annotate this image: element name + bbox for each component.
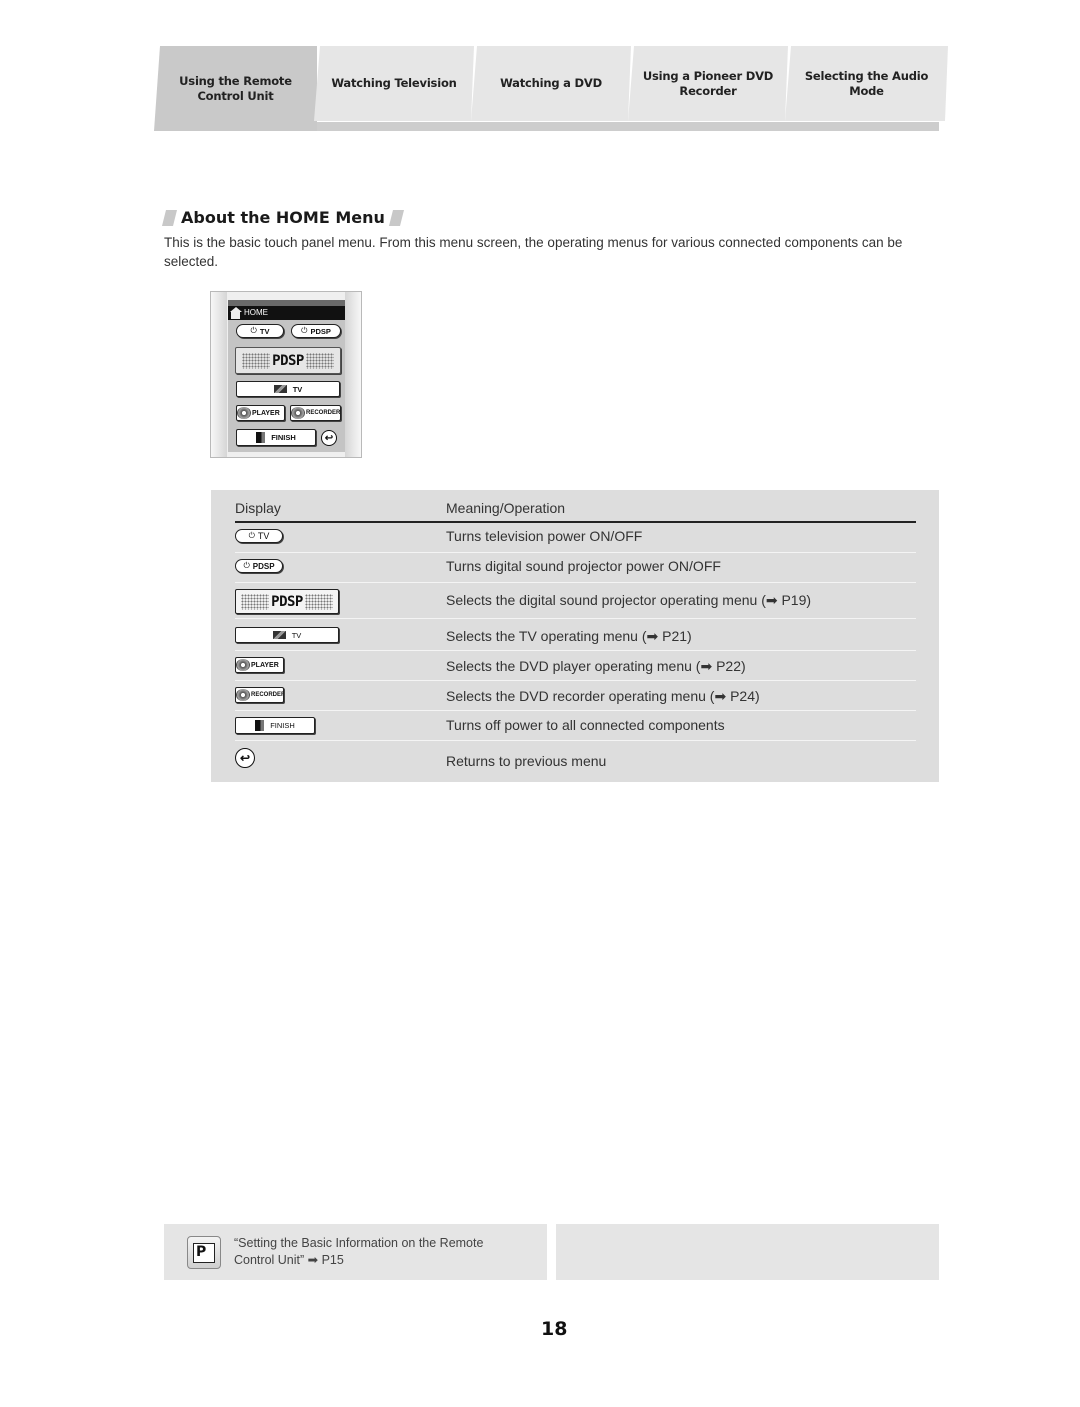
finish-door-icon	[255, 720, 265, 731]
row-meaning: Selects the digital sound projector oper…	[446, 592, 812, 608]
speaker-grille-icon	[304, 593, 333, 610]
display-meaning-table: Display Meaning/Operation TV Turns telev…	[211, 490, 939, 782]
tab-label-line2: Recorder	[679, 83, 737, 98]
table-header: Display Meaning/Operation	[235, 498, 916, 523]
row-meaning: Turns off power to all connected compone…	[446, 717, 725, 733]
page-reference-letter: P	[193, 1242, 215, 1263]
finish-label: FINISH	[271, 433, 296, 442]
table-row: FINISH Turns off power to all connected …	[235, 711, 916, 741]
finish-door-icon	[256, 432, 266, 443]
tab-label: Watching a DVD	[500, 76, 602, 90]
tab-label-line2: Mode	[849, 83, 884, 98]
recorder-label: RECORDER	[306, 410, 341, 416]
table-row: RECORDER Selects the DVD recorder operat…	[235, 681, 916, 711]
dvd-player-button[interactable]: PLAYER	[236, 405, 285, 421]
tv-menu-button[interactable]: TV	[236, 381, 340, 397]
pdsp-power-label: PDSP	[310, 326, 331, 336]
tab-label-line1: Selecting the Audio	[804, 68, 929, 83]
display-label: TV	[291, 630, 302, 640]
tv-power-button-icon: TV	[235, 529, 283, 543]
remote-frame-left	[211, 292, 227, 457]
tab-label-line2: Control Unit	[197, 88, 274, 103]
home-label: HOME	[244, 308, 268, 317]
back-button[interactable]: ↩	[321, 430, 337, 446]
row-meaning: Selects the DVD player operating menu (➡…	[446, 658, 746, 674]
column-header-display: Display	[235, 500, 281, 516]
table-row: PLAYER Selects the DVD player operating …	[235, 651, 916, 681]
dvd-recorder-button[interactable]: RECORDER	[290, 405, 341, 421]
dvd-recorder-button-icon: RECORDER	[235, 687, 284, 703]
tab-label-line1: Using the Remote	[179, 73, 292, 88]
reference-note: P “Setting the Basic Information on the …	[164, 1224, 547, 1280]
table-row: PDSP Turns digital sound projector power…	[235, 553, 916, 583]
remote-frame-right	[345, 292, 361, 457]
chapter-tabs: Using the Remote Control Unit Watching T…	[154, 46, 948, 132]
speaker-grille-icon	[242, 352, 271, 369]
tv-power-button[interactable]: TV	[236, 324, 284, 338]
dvd-disc-icon	[237, 407, 251, 419]
back-arrow-icon: ↩	[324, 432, 334, 444]
pdsp-power-button[interactable]: PDSP	[291, 324, 341, 338]
pdsp-menu-button[interactable]: PDSP	[235, 347, 341, 374]
home-icon	[230, 307, 242, 319]
pdsp-menu-button-icon: PDSP	[235, 589, 339, 614]
row-meaning: Turns digital sound projector power ON/O…	[446, 558, 721, 574]
tab-using-the-remote-control-unit[interactable]: Using the Remote Control Unit	[154, 46, 317, 131]
table-row: PDSP Selects the digital sound projector…	[235, 583, 916, 619]
display-label: TV	[257, 531, 270, 541]
section-title: About the HOME Menu	[181, 208, 385, 227]
row-meaning: Selects the DVD recorder operating menu …	[446, 688, 760, 704]
row-meaning: Returns to previous menu	[446, 753, 607, 769]
tv-icon	[273, 385, 287, 393]
display-label: PLAYER	[251, 661, 279, 669]
reference-note-line2: Control Unit” ➡ P15	[234, 1253, 344, 1267]
dvd-disc-icon	[236, 689, 250, 701]
dvd-disc-icon	[291, 407, 305, 419]
display-label: FINISH	[270, 721, 295, 730]
section-heading: About the HOME Menu	[162, 208, 404, 227]
tab-watching-television[interactable]: Watching Television	[314, 46, 474, 121]
display-label: RECORDER	[251, 692, 284, 698]
heading-slash-decoration	[162, 209, 177, 226]
tv-menu-label: TV	[292, 384, 303, 394]
tab-watching-a-dvd[interactable]: Watching a DVD	[471, 46, 631, 121]
back-button-icon: ↩	[235, 748, 255, 768]
display-label: PDSP	[271, 593, 303, 610]
tab-label-line1: Using a Pioneer DVD	[642, 68, 774, 83]
display-label: PDSP	[252, 561, 275, 571]
page-number: 18	[541, 1318, 568, 1340]
pdsp-power-button-icon: PDSP	[235, 559, 283, 573]
reference-note-text[interactable]: “Setting the Basic Information on the Re…	[234, 1235, 534, 1269]
page-reference-icon: P	[187, 1236, 221, 1269]
tab-selecting-the-audio-mode[interactable]: Selecting the Audio Mode	[785, 46, 948, 121]
remote-screen: HOME TV PDSP PDSP TV PLAYER RECORDER FIN…	[228, 300, 345, 452]
home-header-bar: HOME	[228, 306, 345, 320]
tv-menu-button-icon: TV	[235, 627, 339, 643]
section-intro: This is the basic touch panel menu. From…	[164, 235, 903, 269]
speaker-grille-icon	[241, 593, 270, 610]
tab-label: Watching Television	[331, 76, 457, 90]
remote-home-screen-illustration: HOME TV PDSP PDSP TV PLAYER RECORDER FIN…	[210, 291, 362, 458]
tab-using-a-pioneer-dvd-recorder[interactable]: Using a Pioneer DVD Recorder	[628, 46, 788, 121]
speaker-grille-icon	[305, 352, 334, 369]
reference-note-line1: “Setting the Basic Information on the Re…	[234, 1236, 484, 1250]
dvd-disc-icon	[236, 659, 250, 671]
tv-icon	[272, 631, 286, 639]
table-row: ↩ Returns to previous menu	[235, 741, 916, 781]
row-meaning: Selects the TV operating menu (➡ P21)	[446, 628, 692, 644]
tv-power-label: TV	[259, 326, 270, 336]
finish-button[interactable]: FINISH	[236, 429, 316, 446]
back-arrow-icon: ↩	[239, 751, 251, 765]
pdsp-menu-label: PDSP	[272, 352, 304, 369]
row-meaning: Turns television power ON/OFF	[446, 528, 643, 544]
column-header-meaning: Meaning/Operation	[446, 500, 566, 516]
heading-slash-decoration	[388, 209, 404, 226]
empty-note-box	[556, 1224, 939, 1280]
finish-button-icon: FINISH	[235, 717, 315, 734]
table-row: TV Selects the TV operating menu (➡ P21)	[235, 619, 916, 651]
player-label: PLAYER	[252, 409, 280, 417]
dvd-player-button-icon: PLAYER	[235, 657, 284, 673]
table-row: TV Turns television power ON/OFF	[235, 523, 916, 553]
